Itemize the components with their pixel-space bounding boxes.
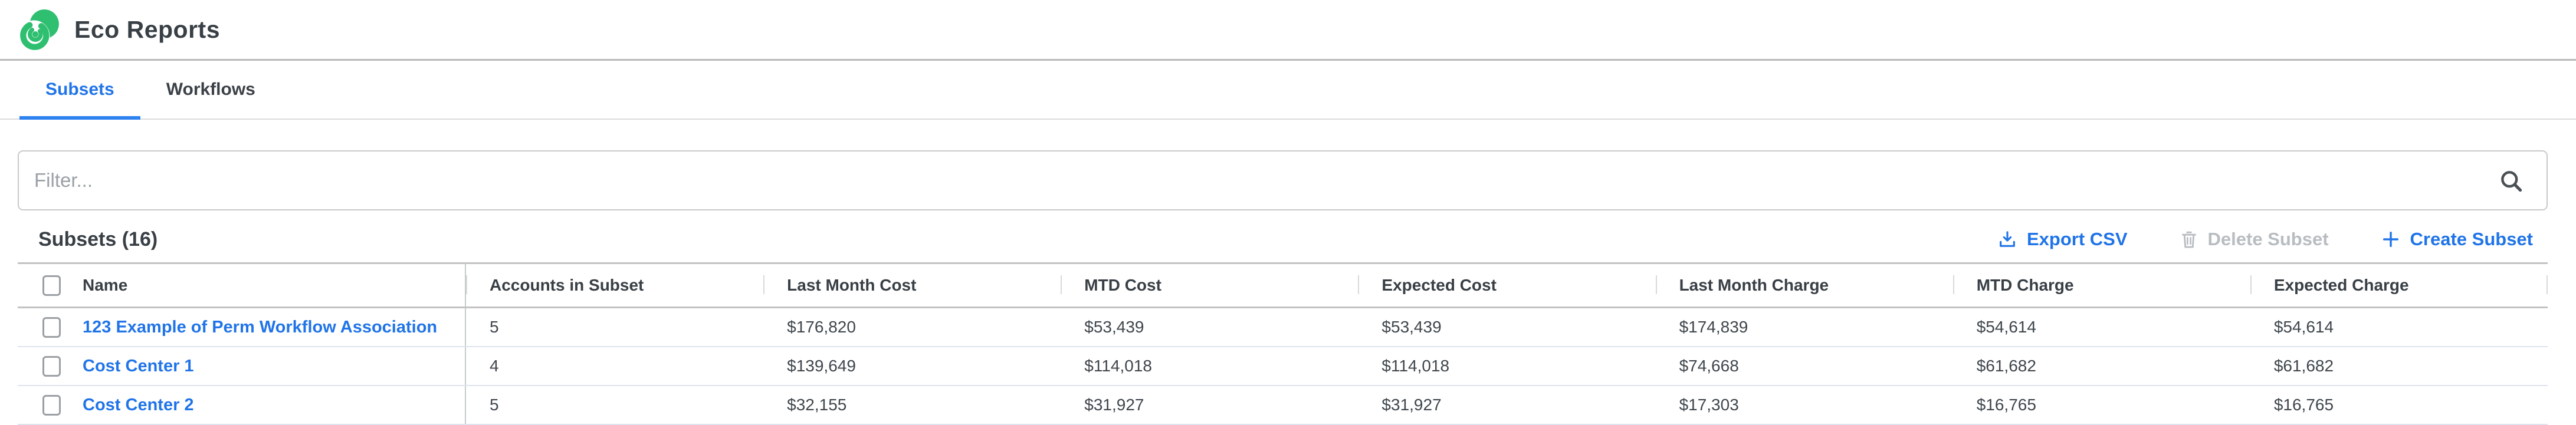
tab-bar: Subsets Workflows	[0, 61, 2576, 120]
header-checkbox-cell	[18, 264, 83, 307]
export-csv-label: Export CSV	[2027, 229, 2128, 250]
export-csv-button[interactable]: Export CSV	[1997, 229, 2128, 250]
column-header-accounts: Accounts in Subset	[466, 264, 763, 307]
subset-name-link[interactable]: Cost Center 2	[83, 396, 194, 415]
table-row: Cost Center 1 4 $139,649 $114,018 $114,0…	[18, 347, 2548, 386]
row-accounts-cell: 5	[466, 386, 763, 424]
column-header-expected-cost: Expected Cost	[1358, 264, 1655, 307]
row-mtd-cost-cell: $114,018	[1061, 347, 1358, 385]
row-last-month-charge-cell: $74,668	[1656, 347, 1953, 385]
subset-name-link[interactable]: Cost Center 1	[83, 357, 194, 376]
row-last-month-cost-cell: $176,820	[763, 308, 1061, 346]
row-checkbox-cell	[18, 386, 83, 424]
delete-subset-label: Delete Subset	[2208, 229, 2329, 250]
spot-logo-icon	[19, 9, 59, 54]
column-header-name: Name	[83, 264, 466, 307]
section-header: Subsets (16) Export CSV Delete Subset Cr…	[0, 210, 2576, 262]
column-header-mtd-cost: MTD Cost	[1061, 264, 1358, 307]
plus-icon	[2381, 229, 2401, 249]
create-subset-button[interactable]: Create Subset	[2381, 229, 2533, 250]
tab-workflows[interactable]: Workflows	[140, 61, 281, 118]
create-subset-label: Create Subset	[2410, 229, 2533, 250]
subsets-table: Name Accounts in Subset Last Month Cost …	[18, 262, 2548, 425]
column-header-expected-charge: Expected Charge	[2250, 264, 2548, 307]
page-title: Eco Reports	[74, 16, 220, 44]
row-checkbox[interactable]	[42, 356, 61, 377]
row-expected-cost-cell: $114,018	[1358, 347, 1655, 385]
tab-subsets[interactable]: Subsets	[19, 61, 140, 118]
row-accounts-cell: 4	[466, 347, 763, 385]
row-last-month-charge-cell: $17,303	[1656, 386, 1953, 424]
table-body: 123 Example of Perm Workflow Association…	[18, 308, 2548, 425]
column-header-mtd-charge: MTD Charge	[1953, 264, 2250, 307]
filter-bar	[18, 150, 2548, 210]
row-name-cell: 123 Example of Perm Workflow Association	[83, 308, 466, 346]
row-name-cell: Cost Center 1	[83, 347, 466, 385]
row-expected-charge-cell: $16,765	[2250, 386, 2548, 424]
row-expected-charge-cell: $61,682	[2250, 347, 2548, 385]
row-checkbox[interactable]	[42, 317, 61, 338]
subset-name-link[interactable]: 123 Example of Perm Workflow Association	[83, 318, 437, 337]
trash-icon	[2180, 229, 2198, 249]
row-checkbox-cell	[18, 308, 83, 346]
row-expected-cost-cell: $31,927	[1358, 386, 1655, 424]
table-header-row: Name Accounts in Subset Last Month Cost …	[18, 262, 2548, 308]
row-mtd-charge-cell: $16,765	[1953, 386, 2250, 424]
row-expected-charge-cell: $54,614	[2250, 308, 2548, 346]
row-mtd-charge-cell: $61,682	[1953, 347, 2250, 385]
row-checkbox[interactable]	[42, 395, 61, 416]
row-last-month-charge-cell: $174,839	[1656, 308, 1953, 346]
delete-subset-button[interactable]: Delete Subset	[2180, 229, 2329, 250]
select-all-checkbox[interactable]	[42, 275, 61, 296]
row-expected-cost-cell: $53,439	[1358, 308, 1655, 346]
row-last-month-cost-cell: $32,155	[763, 386, 1061, 424]
filter-input[interactable]	[18, 150, 2548, 210]
row-checkbox-cell	[18, 347, 83, 385]
row-name-cell: Cost Center 2	[83, 386, 466, 424]
row-mtd-charge-cell: $54,614	[1953, 308, 2250, 346]
row-mtd-cost-cell: $53,439	[1061, 308, 1358, 346]
row-mtd-cost-cell: $31,927	[1061, 386, 1358, 424]
search-icon[interactable]	[2498, 168, 2524, 194]
section-title: Subsets (16)	[38, 228, 157, 251]
row-accounts-cell: 5	[466, 308, 763, 346]
download-icon	[1997, 229, 2017, 249]
app-header: Eco Reports	[0, 0, 2576, 61]
column-header-last-month-charge: Last Month Charge	[1656, 264, 1953, 307]
row-last-month-cost-cell: $139,649	[763, 347, 1061, 385]
action-buttons: Export CSV Delete Subset Create Subset	[1997, 229, 2533, 250]
table-row: Cost Center 2 5 $32,155 $31,927 $31,927 …	[18, 386, 2548, 425]
column-header-last-month-cost: Last Month Cost	[763, 264, 1061, 307]
table-row: 123 Example of Perm Workflow Association…	[18, 308, 2548, 347]
tab-workflows-label: Workflows	[166, 80, 255, 100]
tab-subsets-label: Subsets	[45, 80, 114, 100]
